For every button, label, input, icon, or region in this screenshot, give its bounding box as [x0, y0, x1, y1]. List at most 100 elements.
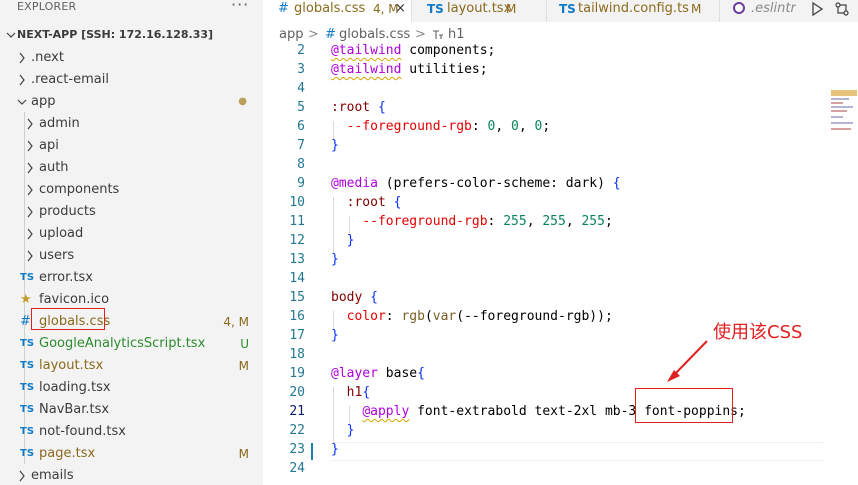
code-line: 20 h1{	[263, 383, 843, 402]
tree-folder-next[interactable]: .next	[0, 47, 263, 69]
tree-folder-api[interactable]: api	[0, 135, 263, 157]
explorer-header: EXPLORER ···	[0, 0, 263, 16]
tab-status: M	[691, 2, 702, 16]
tab-tailwind-config-ts[interactable]: TS tailwind.config.ts M	[547, 0, 719, 22]
tree-item-label: app	[31, 94, 56, 109]
annotation-arrow	[667, 340, 708, 382]
tree-item-label: loading.tsx	[39, 380, 111, 395]
tree-item-status: U	[240, 337, 249, 351]
tree-file-layout-tsx[interactable]: TS layout.tsx M	[0, 355, 263, 377]
tree-item-label: NavBar.tsx	[39, 402, 110, 417]
line-number: 23	[289, 442, 305, 457]
close-icon[interactable]: ×	[395, 0, 406, 18]
tree-file-page-tsx[interactable]: TS page.tsx M	[0, 443, 263, 465]
chevron-right-icon	[27, 162, 33, 174]
tree-item-label: not-found.tsx	[39, 424, 126, 439]
ts-file-icon: TS	[559, 2, 576, 16]
tree-folder-users[interactable]: users	[0, 245, 263, 267]
tab-label: layout.tsx	[447, 1, 512, 16]
code-text: }	[331, 328, 339, 343]
chevron-right-icon	[19, 52, 25, 64]
line-number: 16	[289, 309, 305, 324]
line-number: 8	[297, 157, 305, 172]
tree-item-label: GoogleAnalyticsScript.tsx	[39, 336, 206, 351]
tree-file-googleanalyticsscript-tsx[interactable]: TS GoogleAnalyticsScript.tsx U	[0, 333, 263, 355]
source-control-compare-icon[interactable]	[834, 1, 850, 17]
more-actions-icon[interactable]: ···	[231, 0, 249, 13]
tree-item-label: api	[39, 138, 59, 153]
run-icon[interactable]	[810, 1, 824, 17]
tree-item-label: components	[39, 182, 120, 197]
chevron-right-icon	[27, 184, 33, 196]
code-line: 6 --foreground-rgb: 0, 0, 0;	[263, 117, 843, 136]
tab-status: M	[506, 2, 517, 16]
code-text: @media (prefers-color-scheme: dark) {	[331, 176, 621, 191]
line-number: 22	[289, 423, 305, 438]
code-text: }	[331, 252, 339, 267]
code-text: :root {	[346, 195, 402, 210]
code-text: --foreground-rgb: 255, 255, 255;	[362, 214, 613, 229]
tree-file-error-tsx[interactable]: TS error.tsx	[0, 267, 263, 289]
tab-layout-tsx[interactable]: TS layout.tsx M	[412, 0, 546, 22]
tree-file-navbar-tsx[interactable]: TS NavBar.tsx	[0, 399, 263, 421]
ts-file-icon: TS	[20, 338, 35, 349]
line-number: 5	[297, 100, 305, 115]
tab-eslintrc[interactable]: .eslintrc	[720, 0, 800, 22]
tab-globals-css[interactable]: # globals.css 4, M ×	[263, 0, 411, 22]
tree-folder-emails[interactable]: emails	[0, 465, 263, 485]
code-line: 15 body {	[263, 288, 843, 307]
code-line: 24	[263, 459, 843, 478]
chevron-right-icon	[27, 228, 33, 240]
workspace-section-header[interactable]: NEXT-APP [SSH: 172.16.128.33]	[0, 25, 263, 45]
ts-file-icon: TS	[20, 448, 35, 459]
tree-item-label: upload	[39, 226, 84, 241]
tab-label: tailwind.config.ts	[578, 1, 689, 16]
line-number: 20	[289, 385, 305, 400]
line-number: 13	[289, 252, 305, 267]
tree-file-not-found-tsx[interactable]: TS not-found.tsx	[0, 421, 263, 443]
ts-file-icon: TS	[20, 360, 35, 371]
line-number: 6	[297, 119, 305, 134]
eslint-file-icon	[733, 2, 745, 14]
tree-folder-upload[interactable]: upload	[0, 223, 263, 245]
tree-item-status: ●	[238, 96, 247, 107]
tree-folder-react-email[interactable]: .react-email	[0, 69, 263, 91]
tree-file-loading-tsx[interactable]: TS loading.tsx	[0, 377, 263, 399]
annotation-box-sidebar	[31, 308, 105, 330]
star-icon: ★	[20, 292, 32, 307]
code-line: 13}	[263, 250, 843, 269]
code-line: 11 --foreground-rgb: 255, 255, 255;	[263, 212, 843, 231]
line-number: 2	[297, 43, 305, 58]
tree-folder-app[interactable]: app ●	[0, 91, 263, 113]
tree-folder-components[interactable]: components	[0, 179, 263, 201]
code-line: 21 @apply font-extrabold text-2xl mb-3 f…	[263, 402, 843, 421]
css-file-icon: #	[278, 1, 289, 16]
code-line: 18	[263, 345, 843, 364]
line-number: 18	[289, 347, 305, 362]
line-number: 10	[289, 195, 305, 210]
symbol-icon	[433, 30, 443, 39]
line-number: 12	[289, 233, 305, 248]
line-number: 19	[289, 366, 305, 381]
code-text: @layer base{	[331, 366, 425, 381]
ts-file-icon: TS	[427, 2, 444, 16]
line-number: 14	[289, 271, 305, 286]
code-text: :root {	[331, 100, 386, 115]
code-line: 3 @tailwind utilities;	[263, 60, 843, 79]
code-line: 2 @tailwind components;	[263, 41, 843, 60]
tree-folder-products[interactable]: products	[0, 201, 263, 223]
code-text: h1{	[346, 385, 371, 400]
tree-folder-auth[interactable]: auth	[0, 157, 263, 179]
code-line: 9 @media (prefers-color-scheme: dark) {	[263, 174, 843, 193]
editor-actions	[796, 0, 858, 22]
code-line: 4	[263, 79, 843, 98]
explorer-sidebar: EXPLORER ··· NEXT-APP [SSH: 172.16.128.3…	[0, 0, 263, 485]
code-line: 5 :root {	[263, 98, 843, 117]
ts-file-icon: TS	[20, 426, 35, 437]
chevron-right-icon	[27, 140, 33, 152]
code-text: }	[331, 138, 339, 153]
minimap[interactable]	[828, 90, 858, 150]
code-line: 8	[263, 155, 843, 174]
tab-label: globals.css	[294, 1, 366, 16]
tree-folder-admin[interactable]: admin	[0, 113, 263, 135]
